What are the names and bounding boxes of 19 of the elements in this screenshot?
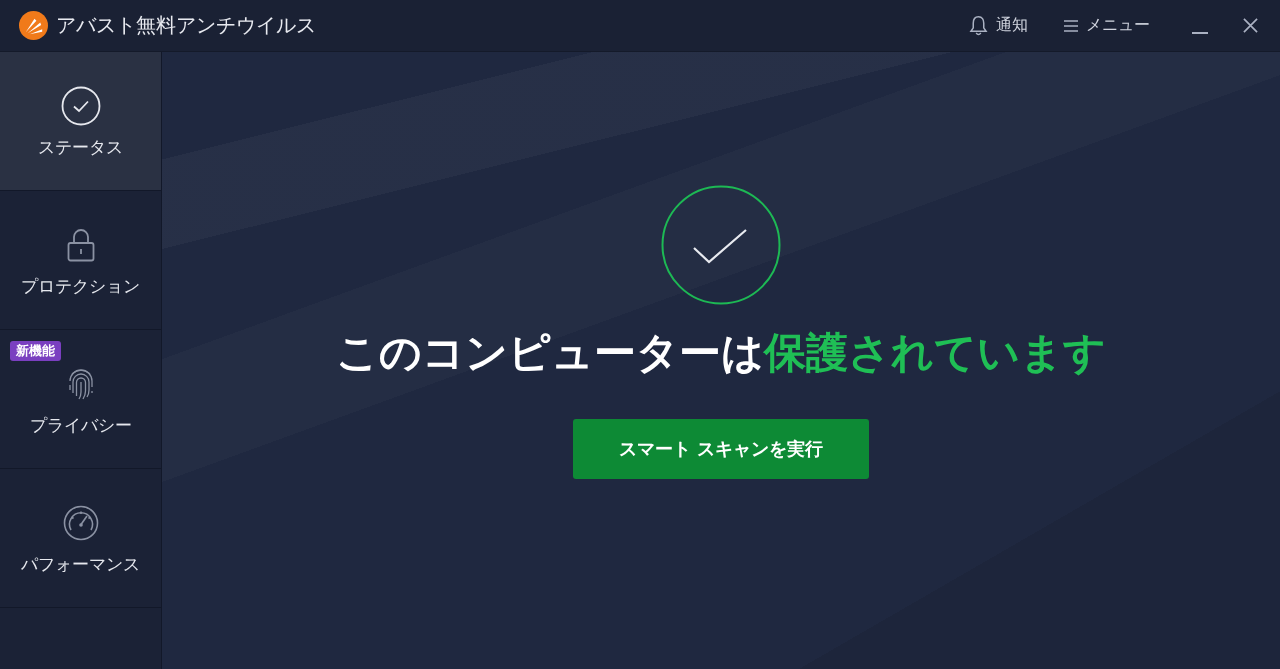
sidebar-item[interactable]: パフォーマンス — [0, 469, 161, 608]
status-headline: このコンピューターは保護されています — [336, 327, 1106, 379]
logo-icon — [19, 11, 48, 40]
minimize-icon — [1192, 31, 1208, 34]
lock-icon — [66, 228, 95, 262]
speedometer-icon — [62, 505, 99, 541]
smart-scan-button[interactable]: スマート スキャンを実行 — [573, 419, 869, 479]
sidebar-item[interactable]: ステータス — [0, 52, 161, 191]
close-icon — [1242, 18, 1258, 33]
new-feature-badge: 新機能 — [10, 341, 61, 361]
check-circle-icon — [60, 86, 101, 126]
window-title: アバスト無料アンチウイルス — [56, 12, 316, 39]
check-circle-icon — [661, 185, 781, 305]
menu-icon — [1064, 19, 1078, 32]
bell-icon — [969, 15, 988, 36]
fingerprint-icon — [66, 367, 95, 401]
notifications-button[interactable]: 通知 — [969, 9, 1028, 42]
sidebar-item[interactable]: プロテクション — [0, 191, 161, 330]
menu-button[interactable]: メニュー — [1064, 9, 1150, 42]
